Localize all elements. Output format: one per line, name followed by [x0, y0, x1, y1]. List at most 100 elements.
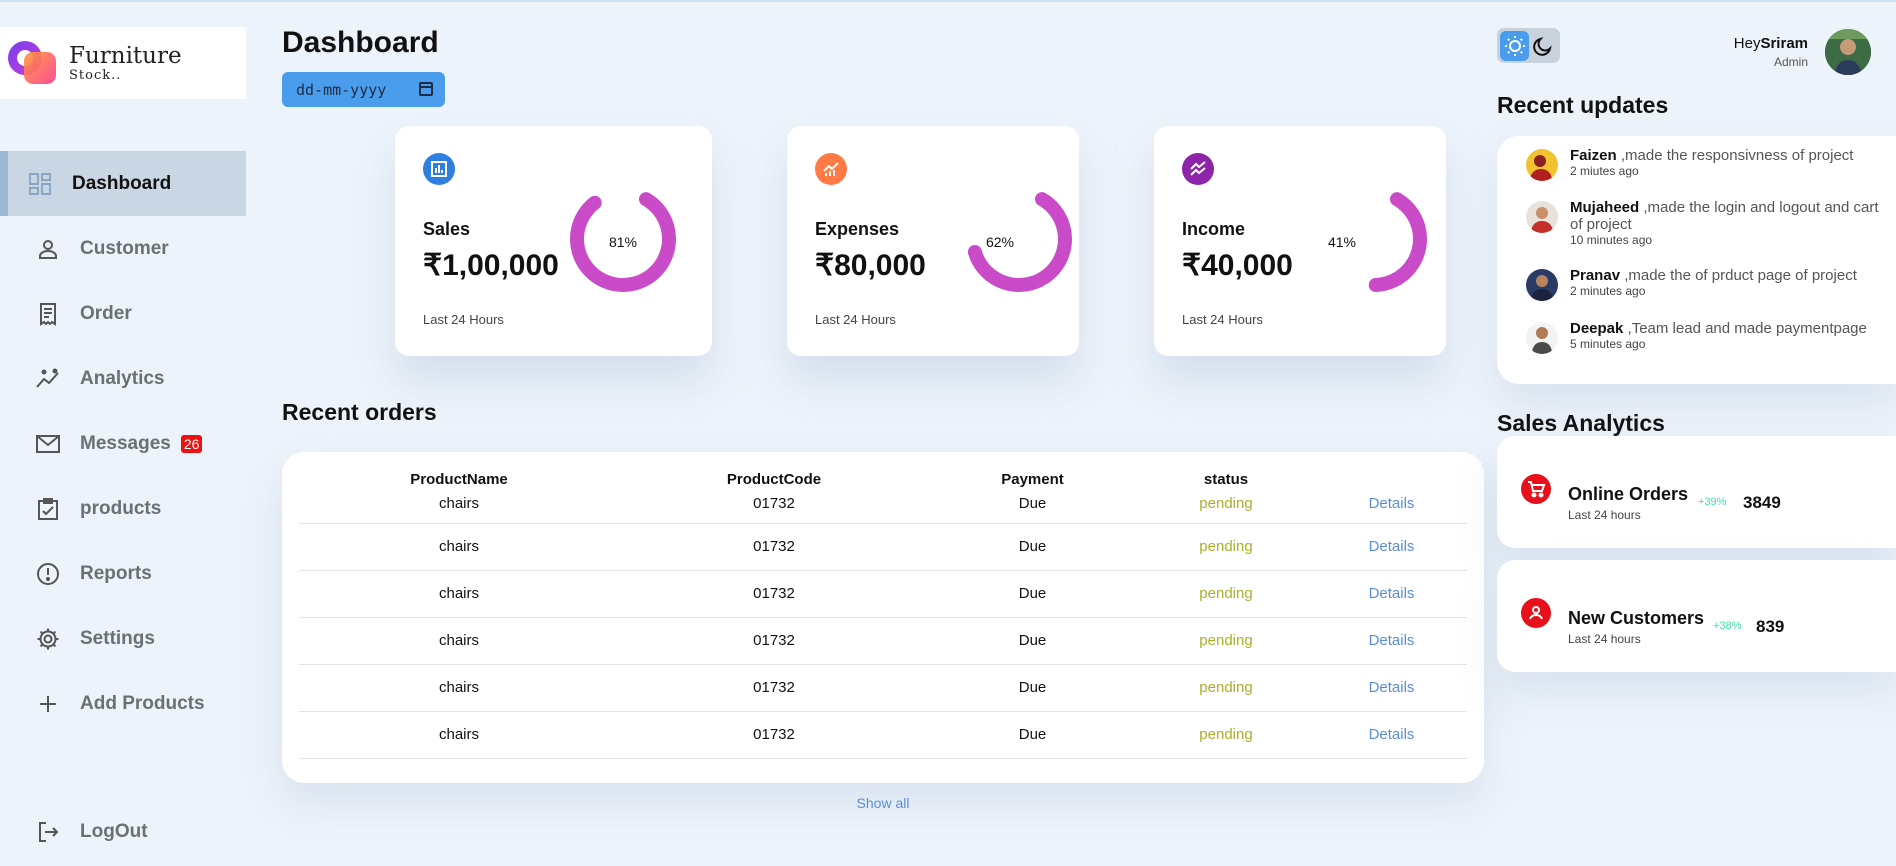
update-time: 5 minutes ago — [1570, 337, 1646, 351]
sales-analytics-title: Sales Analytics — [1497, 410, 1665, 436]
sidebar-item-label: Analytics — [80, 367, 165, 389]
sidebar-item-settings[interactable]: Settings — [0, 606, 246, 671]
details-link[interactable]: Details — [1316, 664, 1467, 712]
trending-chart-icon — [815, 153, 847, 185]
person-icon — [34, 235, 62, 263]
payment-cell: Due — [929, 493, 1136, 524]
details-link[interactable]: Details — [1316, 711, 1467, 759]
details-link[interactable]: Details — [1316, 493, 1467, 524]
sidebar-item-order[interactable]: Order — [0, 281, 246, 346]
expenses-card: Expenses ₹80,000 Last 24 Hours 62% — [787, 126, 1079, 356]
page-title: Dashboard — [282, 26, 439, 59]
stat-value: 839 — [1756, 617, 1785, 636]
sidebar-item-label: Add Products — [80, 692, 205, 714]
logout-icon — [34, 818, 62, 846]
card-percent: 41% — [1327, 234, 1357, 250]
avatar — [1526, 201, 1558, 233]
sidebar-item-label: Settings — [80, 627, 155, 649]
product-code-cell: 01732 — [619, 664, 929, 712]
table-row: chairs 01732 Due pending Details — [299, 523, 1467, 571]
column-header — [1316, 466, 1467, 493]
status-cell: pending — [1136, 664, 1316, 712]
greeting-text: Hey — [1733, 35, 1761, 52]
recent-orders-table: ProductName ProductCode Payment status c… — [282, 452, 1484, 783]
table-row: chairs 01732 Due pending Details — [299, 664, 1467, 712]
card-percent: 62% — [985, 234, 1015, 250]
profile-role: Admin — [1773, 55, 1808, 69]
details-link[interactable]: Details — [1316, 617, 1467, 665]
table-row: chairs 01732 Due pending Details — [299, 570, 1467, 618]
update-item: Mujaheed ,made the login and logout and … — [1526, 199, 1890, 248]
product-name-cell: chairs — [299, 493, 619, 524]
payment-cell: Due — [929, 523, 1136, 571]
avatar — [1526, 322, 1558, 354]
card-footnote: Last 24 Hours — [423, 312, 504, 327]
details-link[interactable]: Details — [1316, 570, 1467, 618]
update-text: ,made the responsivness of project — [1616, 147, 1854, 164]
inventory-icon — [34, 495, 62, 523]
payment-cell: Due — [929, 711, 1136, 759]
card-label: Sales — [423, 219, 471, 239]
table-row: chairs 01732 Due pending Details — [299, 711, 1467, 759]
user-circle-icon — [1521, 598, 1551, 628]
profile-username: Sriram — [1760, 35, 1808, 52]
cart-icon — [1521, 474, 1551, 504]
sidebar-item-customer[interactable]: Customer — [0, 216, 246, 281]
product-code-cell: 01732 — [619, 493, 929, 524]
theme-toggle[interactable] — [1497, 28, 1560, 63]
status-cell: pending — [1136, 617, 1316, 665]
stat-title: New Customers — [1568, 608, 1705, 628]
product-name-cell: chairs — [299, 617, 619, 665]
gear-icon — [34, 625, 62, 653]
product-name-cell: chairs — [299, 570, 619, 618]
sidebar-item-add-products[interactable]: Add Products — [0, 671, 246, 736]
details-link[interactable]: Details — [1316, 523, 1467, 571]
insights-icon — [34, 365, 62, 393]
profile-greeting: HeySriram — [1734, 35, 1808, 52]
sidebar-item-analytics[interactable]: Analytics — [0, 346, 246, 411]
status-cell: pending — [1136, 493, 1316, 524]
card-amount: ₹1,00,000 — [423, 249, 559, 282]
sidebar-item-messages[interactable]: Messages 26 — [0, 411, 246, 476]
brand-logo[interactable]: Furniture Stock.. — [0, 27, 246, 99]
sun-icon[interactable] — [1500, 30, 1530, 61]
payment-cell: Due — [929, 664, 1136, 712]
show-all-link[interactable]: Show all — [282, 795, 1484, 811]
moon-icon[interactable] — [1529, 32, 1557, 60]
card-footnote: Last 24 Hours — [815, 312, 896, 327]
product-code-cell: 01732 — [619, 570, 929, 618]
card-label: Income — [1182, 219, 1246, 239]
date-input[interactable]: dd-mm-yyyy — [282, 72, 445, 107]
income-card: Income ₹40,000 Last 24 Hours 41% — [1154, 126, 1446, 356]
calendar-icon[interactable] — [419, 82, 433, 96]
logo-mark-icon — [5, 34, 63, 92]
online-orders-card[interactable]: Online Orders Last 24 hours +39% 3849 — [1497, 436, 1896, 548]
product-name-cell: chairs — [299, 711, 619, 759]
logout-button[interactable]: LogOut — [0, 799, 246, 864]
sidebar-item-label: products — [80, 497, 162, 519]
card-footnote: Last 24 Hours — [1182, 312, 1263, 327]
mail-icon — [34, 430, 62, 458]
stat-title: Online Orders — [1568, 484, 1689, 504]
update-time: 10 minutes ago — [1570, 233, 1653, 247]
stat-subtitle: Last 24 hours — [1568, 508, 1641, 522]
sidebar-item-label: Messages — [80, 432, 171, 454]
card-label: Expenses — [815, 219, 900, 239]
update-text: ,made the of prduct page of project — [1620, 267, 1857, 284]
avatar — [1526, 149, 1558, 181]
brand-subtitle: Stock.. — [69, 67, 122, 83]
stacked-trend-icon — [1182, 153, 1214, 185]
new-customers-card[interactable]: New Customers Last 24 hours +38% 839 — [1497, 560, 1896, 672]
sidebar-item-reports[interactable]: Reports — [0, 541, 246, 606]
table-row: chairs 01732 Due pending Details — [299, 617, 1467, 665]
stat-percent: +39% — [1698, 496, 1727, 508]
report-icon — [34, 560, 62, 588]
sidebar-item-dashboard[interactable]: Dashboard — [0, 151, 246, 216]
status-cell: pending — [1136, 711, 1316, 759]
update-item: Pranav ,made the of prduct page of proje… — [1526, 267, 1890, 301]
payment-cell: Due — [929, 570, 1136, 618]
receipt-icon — [34, 300, 62, 328]
sidebar-item-products[interactable]: products — [0, 476, 246, 541]
product-code-cell: 01732 — [619, 617, 929, 665]
avatar[interactable] — [1825, 29, 1871, 75]
